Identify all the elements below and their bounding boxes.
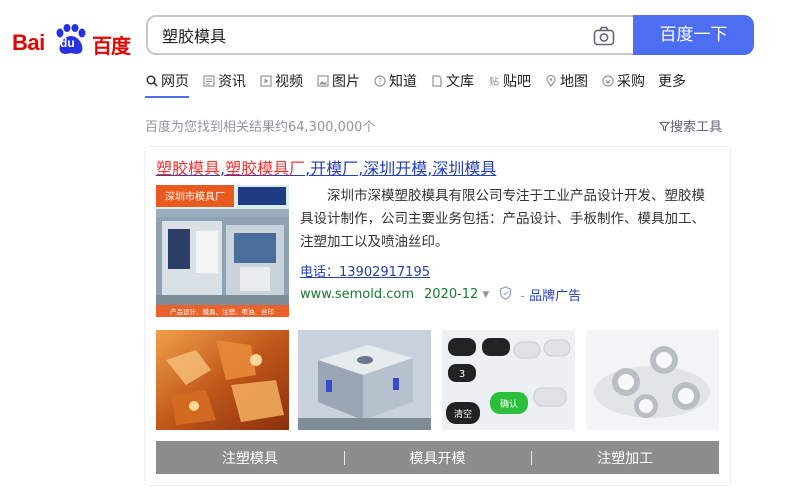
- result-date: 2020-12: [424, 287, 479, 302]
- tab-wenku[interactable]: 文库: [430, 70, 474, 92]
- result-meta: www.semold.com 2020-12 ▼ - 品牌广告: [300, 285, 581, 304]
- logo-latin-text: Bai: [12, 30, 45, 55]
- search-button[interactable]: 百度一下: [633, 15, 754, 55]
- search-box: [146, 15, 633, 55]
- svg-text:?: ?: [377, 77, 381, 86]
- tab-images[interactable]: 图片: [316, 70, 360, 92]
- tab-video[interactable]: 视频: [259, 70, 303, 92]
- tab-purchase[interactable]: 采购: [601, 70, 645, 92]
- tab-label: 更多: [658, 74, 686, 90]
- video-icon: [259, 74, 272, 88]
- title-highlight: 塑胶模具: [156, 159, 221, 178]
- news-icon: [202, 74, 215, 88]
- copper-molds-image: [156, 330, 289, 430]
- search-input[interactable]: [162, 17, 582, 53]
- camera-icon[interactable]: [593, 26, 615, 46]
- tab-map[interactable]: 地图: [544, 70, 588, 92]
- result-image-steel-mold[interactable]: [298, 330, 431, 430]
- svg-text:贴: 贴: [489, 75, 499, 87]
- factory-photo: 深圳市模具厂 产品设计、模具、注塑、喷油、丝印: [156, 185, 289, 317]
- title-highlight: 塑胶模具厂: [225, 159, 306, 178]
- filter-icon: [658, 121, 671, 132]
- sitelinks-bar: 注塑模具 模具开模 注塑加工: [156, 441, 719, 474]
- result-description: 深圳市深模塑胶模具有限公司专注于工业产品设计开发、塑胶模具设计制作，公司主要业务…: [300, 188, 705, 250]
- svg-text:3: 3: [459, 369, 465, 380]
- brand-ad-link[interactable]: 品牌广告: [529, 289, 581, 304]
- logo-paw-text: du: [60, 36, 75, 50]
- tab-label: 贴吧: [503, 74, 531, 90]
- svg-text:确认: 确认: [500, 398, 518, 410]
- tab-more[interactable]: 更多: [658, 70, 686, 92]
- svg-text:清空: 清空: [454, 408, 472, 420]
- purchase-icon: [601, 74, 614, 88]
- map-icon: [544, 74, 557, 88]
- thumb-caption-bottom: 产品设计、模具、注塑、喷油、丝印: [170, 307, 274, 316]
- tab-label: 图片: [332, 74, 360, 90]
- result-phone-link[interactable]: 电话：13902917195: [300, 261, 430, 280]
- tab-label: 知道: [389, 74, 417, 90]
- sitelink-injection-processing[interactable]: 注塑加工: [531, 448, 719, 468]
- search-tabs: 网页 资讯 视频 图片 ? 知道 文库 贴 贴吧 地图 采购 更多: [145, 70, 699, 98]
- result-count: 百度为您找到相关结果约64,300,000个: [145, 120, 376, 135]
- document-icon: [430, 74, 443, 88]
- search-icon: [145, 75, 158, 88]
- tab-label: 文库: [446, 74, 474, 90]
- result-image-clear-lens[interactable]: [586, 330, 719, 430]
- result-thumbnail[interactable]: 深圳市模具厂 产品设计、模具、注塑、喷油、丝印: [156, 185, 289, 317]
- image-icon: [316, 74, 329, 88]
- steel-mold-image: [298, 330, 431, 430]
- tab-zhidao[interactable]: ? 知道: [373, 70, 417, 92]
- result-image-keypad[interactable]: 清空 确认 3: [442, 330, 575, 430]
- ad-prefix: -: [520, 289, 525, 304]
- result-image-copper-molds[interactable]: [156, 330, 289, 430]
- sitelink-injection-mold[interactable]: 注塑模具: [156, 448, 344, 468]
- verified-shield-icon[interactable]: [499, 285, 512, 304]
- tab-label: 网页: [161, 74, 189, 90]
- clear-lens-image: [586, 330, 719, 430]
- sitelink-mold-opening[interactable]: 模具开模: [343, 448, 532, 468]
- tab-label: 地图: [560, 74, 588, 90]
- thumb-caption-top: 深圳市模具厂: [165, 190, 225, 203]
- search-tools-button[interactable]: 搜索工具: [658, 116, 723, 135]
- tab-web[interactable]: 网页: [145, 70, 189, 98]
- result-title-link[interactable]: 塑胶模具,塑胶模具厂,开模厂,深圳开模,深圳模具: [156, 155, 496, 179]
- tab-news[interactable]: 资讯: [202, 70, 246, 92]
- logo-cn-text: 百度: [92, 34, 131, 58]
- chevron-down-icon[interactable]: ▼: [482, 290, 489, 300]
- tieba-icon: 贴: [487, 75, 500, 88]
- tab-label: 资讯: [218, 74, 246, 90]
- keypad-image: 清空 确认 3: [442, 330, 575, 430]
- question-icon: ?: [373, 74, 386, 88]
- ad-label: - 品牌广告: [520, 285, 581, 304]
- tab-tieba[interactable]: 贴 贴吧: [487, 70, 532, 92]
- baidu-logo[interactable]: Bai du 百度: [12, 22, 131, 58]
- search-tools-label: 搜索工具: [670, 120, 723, 135]
- title-text: ,开模厂,深圳开模,深圳模具: [305, 159, 497, 178]
- tab-label: 视频: [275, 74, 303, 90]
- result-url[interactable]: www.semold.com: [300, 287, 414, 302]
- tab-label: 采购: [617, 74, 645, 90]
